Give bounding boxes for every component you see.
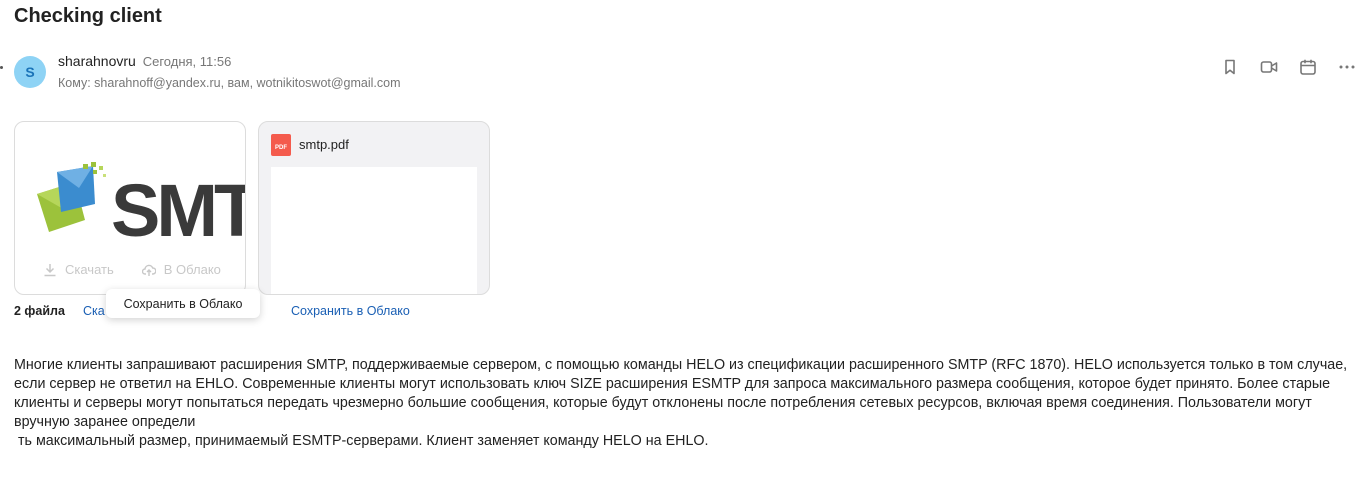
download-all-link[interactable]: Ска — [83, 304, 105, 318]
files-count: 2 файла — [14, 304, 65, 318]
bookmark-button[interactable] — [1218, 58, 1242, 76]
image-cloud-action[interactable]: В Облако — [141, 262, 221, 277]
bookmark-icon — [1225, 59, 1235, 75]
calendar-button[interactable] — [1296, 58, 1320, 76]
save-all-to-cloud-link[interactable]: Сохранить в Облако — [291, 304, 410, 318]
video-icon — [1260, 61, 1278, 73]
image-download-label: Скачать — [65, 262, 114, 277]
sent-time: Сегодня, 11:56 — [142, 54, 232, 69]
pdf-preview — [271, 167, 477, 294]
attachment-pdf-card[interactable]: PDF smtp.pdf — [258, 121, 490, 295]
image-download-action[interactable]: Скачать — [43, 262, 114, 277]
sender-line: sharahnovru Сегодня, 11:56 — [58, 53, 231, 69]
image-cloud-label: В Облако — [163, 262, 221, 277]
smtp-logo-image: SMT — [37, 162, 246, 242]
more-button[interactable] — [1335, 58, 1359, 76]
avatar[interactable]: S — [14, 56, 46, 88]
attachment-image-card[interactable]: SMT Скачать В Облако — [14, 121, 246, 295]
image-card-actions: Скачать В Облако — [43, 262, 221, 277]
email-subject: Checking client — [14, 5, 162, 27]
body-paragraph: ть максимальный размер, принимаемый ESMT… — [14, 433, 709, 449]
message-body: Многие клиенты запрашивают расширения SM… — [14, 356, 1359, 451]
save-to-cloud-tooltip: Сохранить в Облако — [106, 289, 260, 318]
message-toolbar — [1218, 58, 1359, 76]
scroll-marker — [0, 66, 3, 69]
attachments-summary: 2 файла Ска Б) Сохранить в Облако — [14, 304, 410, 318]
body-paragraph: Многие клиенты запрашивают расширения SM… — [14, 357, 1348, 430]
calendar-icon — [1300, 59, 1316, 75]
cloud-upload-icon — [141, 264, 156, 276]
pdf-file-name: smtp.pdf — [299, 137, 349, 152]
sender-name[interactable]: sharahnovru — [58, 53, 136, 69]
recipients: Кому: sharahnoff@yandex.ru, вам, wotniki… — [58, 76, 401, 90]
more-icon — [1339, 65, 1355, 69]
logo-text: SMT — [111, 169, 246, 242]
pdf-file-icon: PDF — [271, 134, 291, 156]
video-call-button[interactable] — [1257, 58, 1281, 76]
download-icon — [44, 263, 56, 276]
